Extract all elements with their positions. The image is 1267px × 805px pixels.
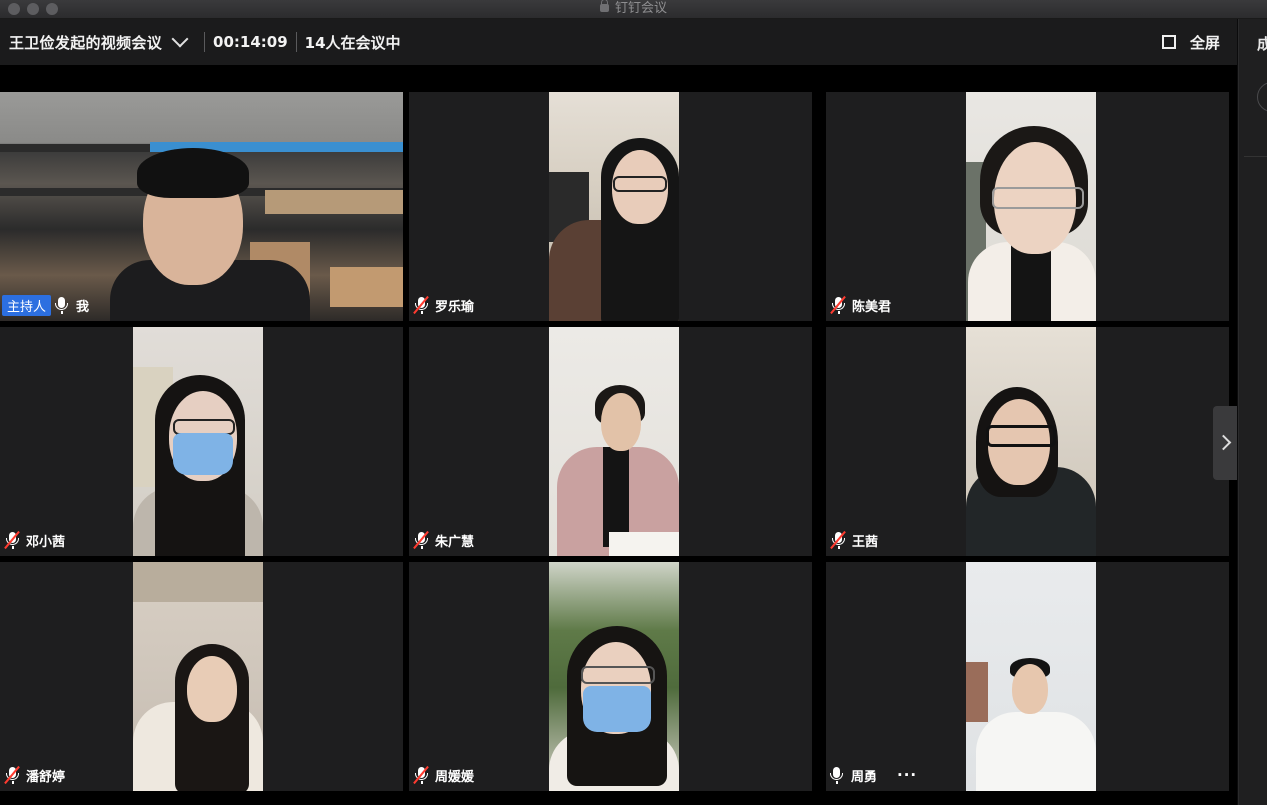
mic-muted-icon[interactable] [830,530,846,550]
lock-icon [599,0,609,12]
video-grid: 主持人 我 罗乐瑜 陈美君 邓小茜 朱广慧 王茜 潘舒婷 周媛媛 周勇 ··· [0,65,1237,805]
divider [204,32,206,52]
participant-label: 潘舒婷 [0,765,65,785]
video-tile[interactable]: 罗乐瑜 [409,92,812,321]
participant-name: 陈美君 [852,299,892,315]
video-tile[interactable]: 周媛媛 [409,562,812,791]
window-title-text: 钉钉会议 [614,1,667,16]
mic-muted-icon[interactable] [413,530,429,550]
side-panel: 成 [1238,19,1267,805]
participant-name: 我 [76,299,90,315]
video-tile[interactable]: 周勇 ··· [826,562,1229,791]
participant-label: 罗乐瑜 [409,295,474,315]
participant-name: 潘舒婷 [26,769,66,785]
participant-label: 周勇 ··· [826,765,917,785]
mic-icon[interactable] [55,296,69,314]
participant-name: 王茜 [852,534,879,550]
side-panel-avatar[interactable] [1257,82,1267,112]
video-feed [549,562,679,791]
video-tile[interactable]: 陈美君 [826,92,1229,321]
video-feed [549,92,679,321]
video-tile[interactable]: 邓小茜 [0,327,403,556]
divider [295,32,297,52]
meeting-title[interactable]: 王卫俭发起的视频会议 [9,32,162,53]
mic-muted-icon[interactable] [413,765,429,785]
chevron-down-icon[interactable] [171,30,189,48]
participant-label: 主持人 我 [0,294,90,316]
video-feed [966,92,1096,321]
next-page-button[interactable] [1213,406,1237,480]
video-feed [0,92,403,321]
video-feed [133,327,263,556]
video-tile[interactable]: 王茜 [826,327,1229,556]
video-tile[interactable]: 潘舒婷 [0,562,403,791]
mic-icon[interactable] [830,766,843,784]
participant-name: 周勇 [851,769,878,785]
video-feed [966,327,1096,556]
participant-label: 陈美君 [826,295,891,315]
mic-muted-icon[interactable] [4,530,20,550]
participant-label: 朱广慧 [409,530,474,550]
video-tile-host[interactable]: 主持人 我 [0,92,403,321]
mic-muted-icon[interactable] [413,295,429,315]
participant-name: 罗乐瑜 [435,299,475,315]
participant-label: 邓小茜 [0,530,65,550]
window-titlebar: 钉钉会议 [0,0,1267,19]
mic-muted-icon[interactable] [4,765,20,785]
participant-name: 朱广慧 [435,534,475,550]
fullscreen-button[interactable]: 全屏 [1161,19,1220,65]
participant-label: 王茜 [826,530,878,550]
video-tile[interactable]: 朱广慧 [409,327,812,556]
fullscreen-icon [1161,35,1176,49]
participant-count[interactable]: 14人在会议中 [305,32,401,53]
more-options-icon[interactable]: ··· [897,766,917,784]
participant-label: 周媛媛 [409,765,474,785]
host-badge: 主持人 [2,294,52,316]
window-title: 钉钉会议 [0,0,1267,18]
participant-name: 邓小茜 [26,534,66,550]
video-feed [549,327,679,556]
meeting-timer: 00:14:09 [213,33,288,51]
video-feed [966,562,1096,791]
meeting-header: 王卫俭发起的视频会议 00:14:09 14人在会议中 全屏 [0,19,1237,65]
video-feed [133,562,263,791]
chevron-right-icon [1215,434,1232,451]
participant-name: 周媛媛 [435,769,475,785]
divider [1244,156,1267,157]
mic-muted-icon[interactable] [830,295,846,315]
side-panel-label: 成 [1257,35,1267,53]
fullscreen-label: 全屏 [1189,33,1220,52]
